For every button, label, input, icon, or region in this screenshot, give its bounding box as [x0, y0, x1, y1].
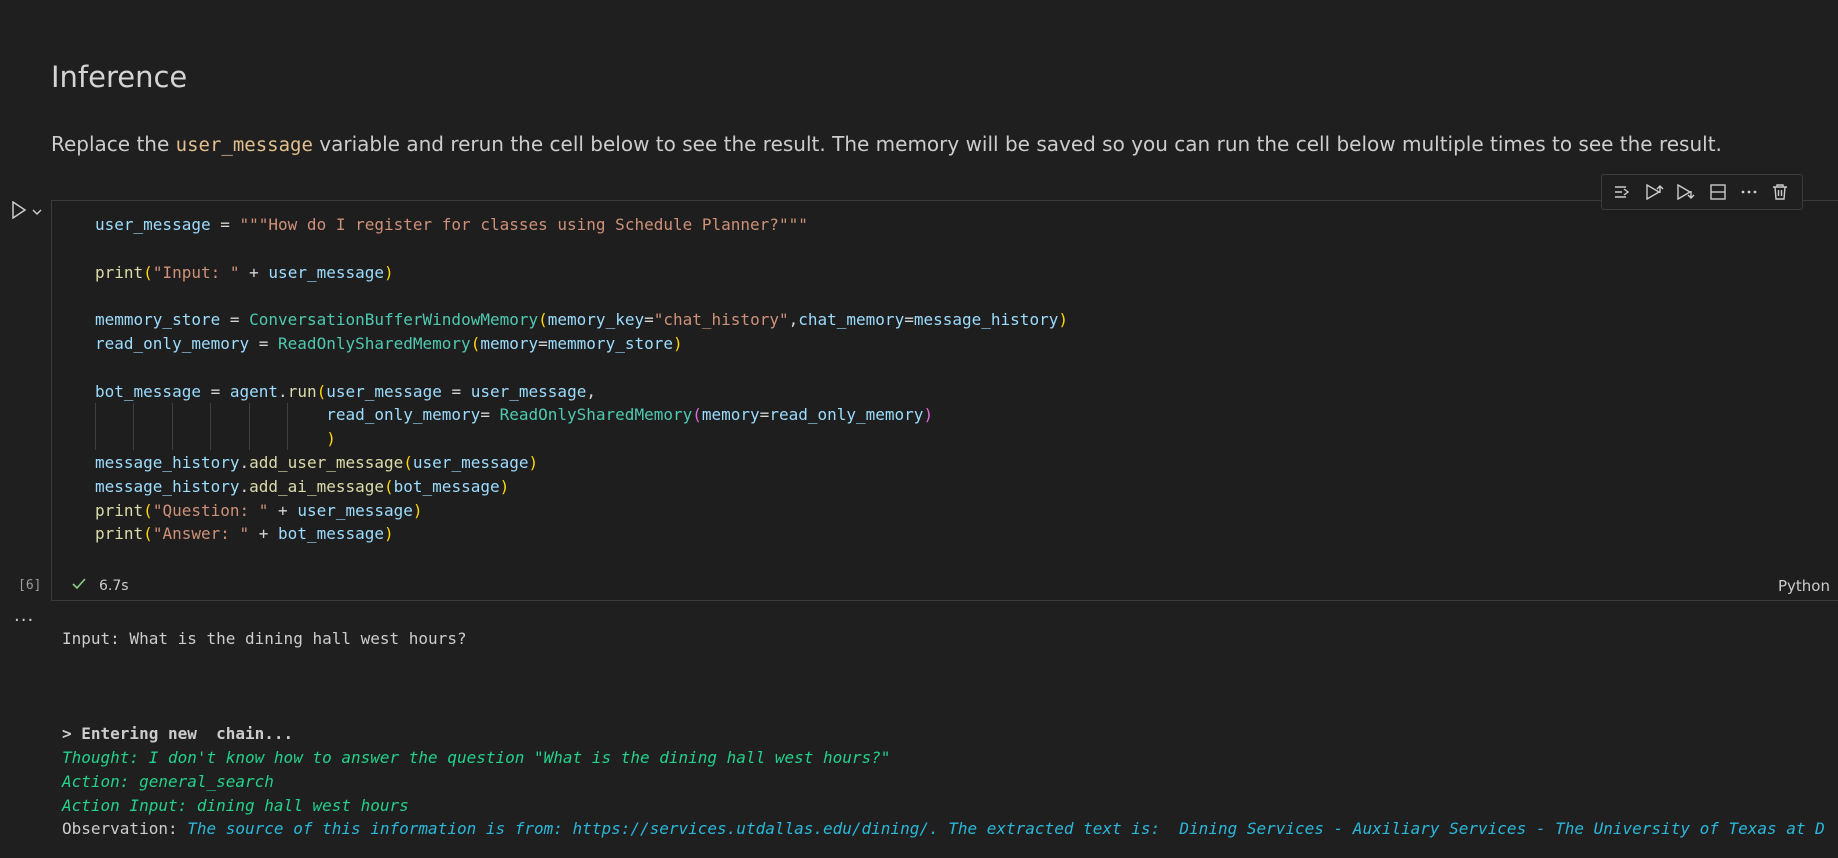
chevron-down-icon[interactable]	[31, 203, 43, 222]
code-line: print("Input: " + user_message)	[95, 262, 394, 282]
code-line: print("Answer: " + bot_message)	[95, 524, 394, 544]
output-line: > Entering new chain...	[62, 724, 294, 744]
run-cells-below-icon[interactable]	[1674, 180, 1698, 204]
code-line: user_message = """How do I register for …	[95, 215, 808, 234]
cell-output: Input: What is the dining hall west hour…	[62, 627, 1825, 841]
split-cell-icon[interactable]	[1706, 180, 1730, 204]
code-line: )	[326, 429, 336, 449]
output-line: Action Input: dining hall west hours	[62, 795, 409, 815]
inline-code: user_message	[175, 134, 313, 156]
markdown-paragraph: Replace the user_message variable and re…	[51, 132, 1722, 156]
code-line: message_history.add_ai_message(bot_messa…	[95, 476, 510, 496]
code-line: print("Question: " + user_message)	[95, 500, 423, 520]
output-line: Input: What is the dining hall west hour…	[62, 629, 467, 648]
cell-status: 6.7s	[71, 577, 129, 595]
run-cell-control[interactable]	[11, 200, 51, 223]
code-content[interactable]: user_message = """How do I register for …	[95, 213, 1068, 546]
code-line: read_only_memory= ReadOnlySharedMemory(m…	[326, 405, 934, 425]
cell-toolbar	[1601, 174, 1803, 210]
output-line: Observation: The source of this informat…	[62, 819, 1825, 839]
output-line: Thought: I don't know how to answer the …	[62, 747, 891, 767]
run-cell-icon[interactable]	[11, 200, 27, 223]
code-line: bot_message = agent.run(user_message = u…	[95, 381, 596, 401]
check-icon	[71, 577, 87, 595]
output-more-icon[interactable]: ···	[14, 610, 34, 631]
code-line: read_only_memory = ReadOnlySharedMemory(…	[95, 333, 683, 353]
execution-count: [6]	[18, 578, 42, 593]
kernel-language[interactable]: Python	[1778, 577, 1830, 595]
para-text-before: Replace the	[51, 132, 176, 156]
execution-duration: 6.7s	[99, 578, 129, 594]
para-text-after: variable and rerun the cell below to see…	[312, 132, 1722, 156]
markdown-heading: Inference	[51, 60, 188, 94]
more-actions-icon[interactable]	[1737, 180, 1761, 204]
run-cells-above-icon[interactable]	[1643, 180, 1667, 204]
code-line: message_history.add_user_message(user_me…	[95, 452, 539, 472]
code-line: memmory_store = ConversationBufferWindow…	[95, 310, 1068, 330]
output-line: Action: general_search	[62, 771, 274, 791]
delete-cell-icon[interactable]	[1768, 180, 1792, 204]
execute-above-icon[interactable]	[1612, 180, 1636, 204]
